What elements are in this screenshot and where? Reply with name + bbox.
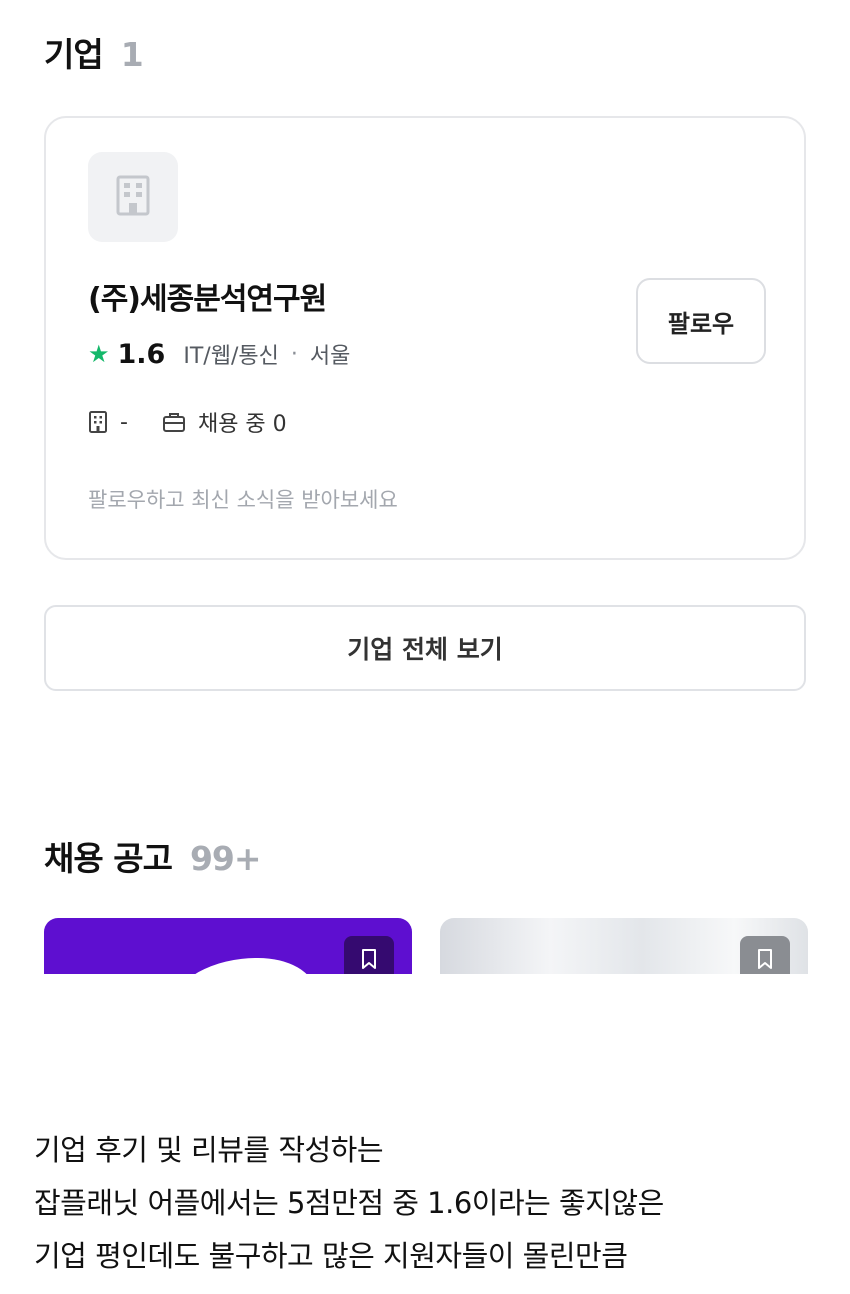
follow-button[interactable]: 팔로우 <box>636 278 766 364</box>
hiring-count: 채용 중 0 <box>197 412 287 437</box>
company-logo-placeholder <box>88 152 178 242</box>
follow-hint: 팔로우하고 최신 소식을 받아보세요 <box>88 488 398 512</box>
bookmark-button[interactable] <box>344 936 394 974</box>
hiring-stat: 채용 중 0 <box>162 406 287 438</box>
caption-line: 기업 후기 및 리뷰를 작성하는 <box>34 1133 384 1167</box>
view-all-companies-button[interactable]: 기업 전체 보기 <box>44 605 806 691</box>
jobs-section-title: 채용 공고 99+ <box>44 832 262 880</box>
bookmark-icon <box>756 948 774 974</box>
company-meta: ★ 1.6 IT/웹/통신 · 서울 <box>88 338 350 370</box>
jobs-title-label: 채용 공고 <box>44 839 173 878</box>
company-rating: 1.6 <box>117 338 166 370</box>
star-icon: ★ <box>88 340 110 368</box>
companies-count: 1 <box>120 35 144 74</box>
meta-separator: · <box>290 341 298 367</box>
job-card-image <box>174 958 314 974</box>
companies-title-label: 기업 <box>44 35 104 74</box>
company-card[interactable]: (주)세종분석연구원 ★ 1.6 IT/웹/통신 · 서울 - 채용 중 0 팔… <box>44 116 806 560</box>
bookmark-button[interactable] <box>740 936 790 974</box>
company-name[interactable]: (주)세종분석연구원 <box>88 274 327 318</box>
job-card[interactable] <box>440 918 808 974</box>
jobs-count: 99+ <box>189 839 262 878</box>
employee-stat: - <box>88 410 128 435</box>
caption-line: 기업 평인데도 불구하고 많은 지원자들이 몰린만큼 <box>34 1239 628 1273</box>
briefcase-icon <box>162 411 186 433</box>
building-icon <box>88 410 108 434</box>
job-card-list <box>44 918 808 974</box>
companies-section-title: 기업 1 <box>44 28 144 76</box>
employee-count: - <box>120 409 128 435</box>
company-location: 서울 <box>309 344 351 369</box>
job-card[interactable] <box>44 918 412 974</box>
building-icon <box>115 174 151 220</box>
caption-text: 기업 후기 및 리뷰를 작성하는 잡플래닛 어플에서는 5점만점 중 1.6이라… <box>34 1124 664 1283</box>
bookmark-icon <box>360 948 378 974</box>
company-category: IT/웹/통신 <box>183 344 279 369</box>
company-stats: - 채용 중 0 <box>88 406 287 438</box>
caption-line: 잡플래닛 어플에서는 5점만점 중 1.6이라는 좋지않은 <box>34 1186 664 1220</box>
